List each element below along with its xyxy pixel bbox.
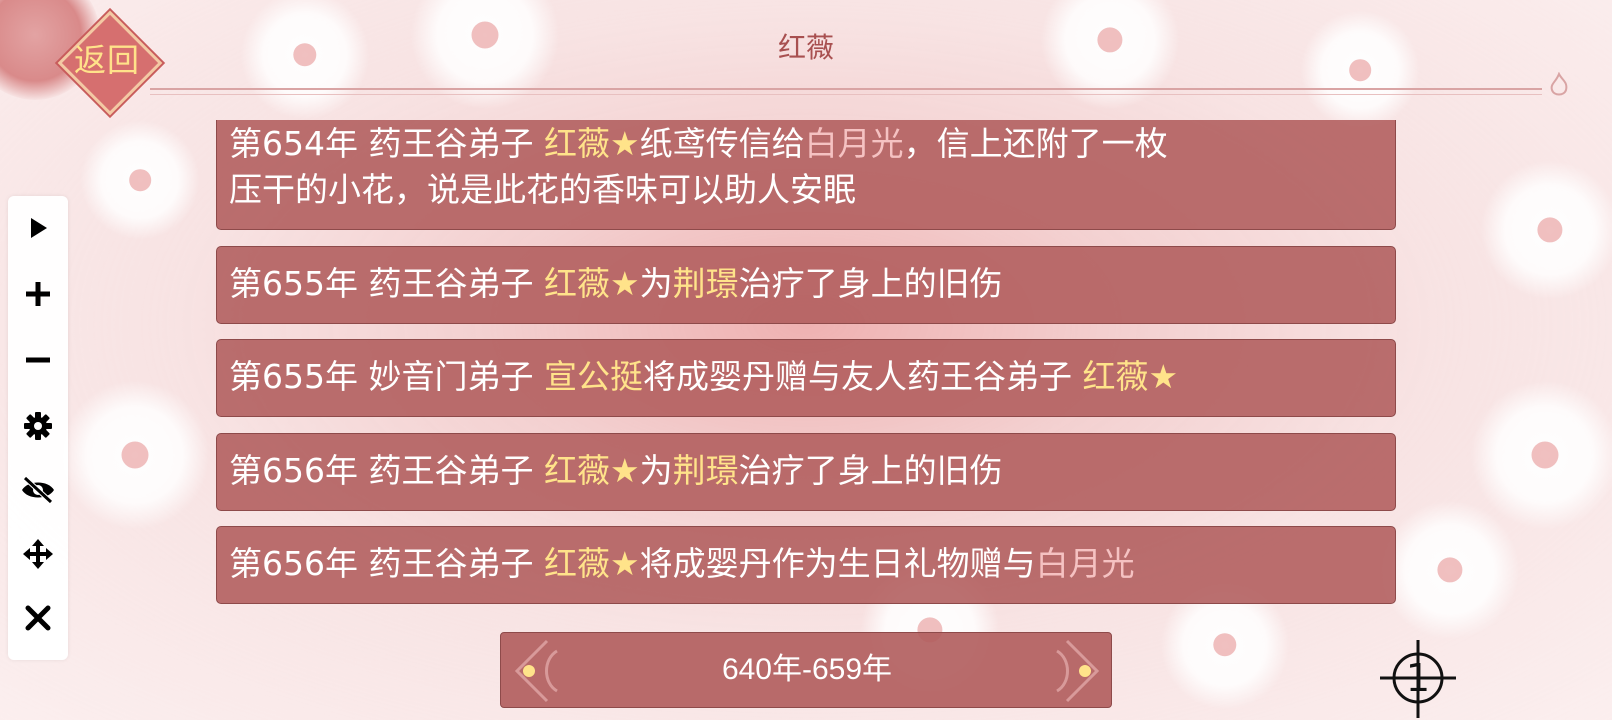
event-text: 将成婴丹赠与友人药王谷弟子: [642, 357, 1083, 396]
play-button[interactable]: [8, 206, 68, 250]
play-icon: [31, 218, 47, 238]
event-name-highlight: 荆璟: [672, 264, 739, 303]
event-text: 第656年 药王谷弟子: [229, 544, 544, 583]
ornament-right-icon: [1056, 639, 1100, 703]
move-button[interactable]: [8, 532, 68, 576]
header-divider: [150, 88, 1542, 95]
event-text: 第656年 药王谷弟子: [229, 451, 544, 490]
page-number: 1: [1405, 656, 1431, 700]
zoom-out-button[interactable]: [8, 338, 68, 382]
event-text: 治疗了身上的旧伤: [738, 451, 1003, 490]
event-name-highlight: 宣公挺: [543, 357, 643, 396]
blossom-decoration: [1480, 160, 1612, 300]
event-item[interactable]: 第655年 药王谷弟子 红薇★为荆璟治疗了身上的旧伤: [216, 246, 1396, 324]
event-text: 第655年 妙音门弟子: [229, 357, 544, 396]
event-name-highlight: 荆璟: [672, 451, 739, 490]
event-list[interactable]: 第654年 药王谷弟子 红薇★纸鸢传信给白月光，信上还附了一枚 压干的小花，说是此…: [216, 120, 1398, 610]
event-name-highlight: 红薇★: [543, 124, 640, 163]
blossom-decoration: [1470, 380, 1612, 530]
event-text: 纸鸢传信给: [639, 124, 805, 163]
page-title: 红薇: [777, 31, 834, 64]
move-icon: [23, 539, 53, 569]
floating-toolbar: [8, 196, 68, 660]
plus-icon: [26, 282, 50, 306]
year-range-selector[interactable]: 640年-659年: [500, 632, 1112, 708]
event-text-line: 第656年 药王谷弟子 红薇★将成婴丹作为生日礼物赠与白月光: [229, 541, 1383, 587]
event-text: 压干的小花，说是此花的香味可以助人安眠: [229, 170, 856, 209]
event-name-highlight: 白月光: [1035, 544, 1135, 583]
event-text: ，信上还附了一枚: [903, 124, 1168, 163]
flame-icon: [1548, 71, 1570, 98]
event-text-line: 第655年 药王谷弟子 红薇★为荆璟治疗了身上的旧伤: [229, 261, 1383, 307]
event-item[interactable]: 第654年 药王谷弟子 红薇★纸鸢传信给白月光，信上还附了一枚 压干的小花，说是此…: [216, 120, 1396, 230]
blossom-decoration: [60, 380, 210, 530]
event-text: 将成婴丹作为生日礼物赠与: [639, 544, 1036, 583]
event-name-highlight: 红薇★: [543, 544, 640, 583]
event-text-line: 第654年 药王谷弟子 红薇★纸鸢传信给白月光，信上还附了一枚: [229, 121, 1383, 167]
event-item[interactable]: 第656年 药王谷弟子 红薇★将成婴丹作为生日礼物赠与白月光: [216, 526, 1396, 604]
minus-icon: [26, 357, 50, 363]
event-text: 为: [639, 451, 673, 490]
event-text: 第654年 药王谷弟子: [229, 124, 544, 163]
event-item[interactable]: 第656年 药王谷弟子 红薇★为荆璟治疗了身上的旧伤: [216, 433, 1396, 511]
event-name-highlight: 红薇★: [543, 451, 640, 490]
blossom-decoration: [80, 120, 200, 240]
event-text: 为: [639, 264, 673, 303]
hide-button[interactable]: [8, 468, 68, 512]
settings-button[interactable]: [8, 404, 68, 448]
gear-icon: [24, 412, 52, 440]
year-range-label: 640年-659年: [721, 653, 893, 686]
event-text-line: 第655年 妙音门弟子 宣公挺将成婴丹赠与友人药王谷弟子 红薇★: [229, 354, 1383, 400]
event-name-highlight: 白月光: [804, 124, 904, 163]
page-marker[interactable]: 1: [1378, 638, 1458, 720]
close-icon: [25, 605, 51, 631]
event-item[interactable]: 第655年 妙音门弟子 宣公挺将成婴丹赠与友人药王谷弟子 红薇★: [216, 339, 1396, 417]
event-text-line: 第656年 药王谷弟子 红薇★为荆璟治疗了身上的旧伤: [229, 448, 1383, 494]
event-text: 治疗了身上的旧伤: [738, 264, 1003, 303]
close-button[interactable]: [8, 596, 68, 640]
eye-off-icon: [22, 476, 54, 504]
zoom-in-button[interactable]: [8, 272, 68, 316]
event-name-highlight: 红薇★: [543, 264, 640, 303]
blossom-decoration: [1380, 500, 1520, 640]
event-text: 第655年 药王谷弟子: [229, 264, 544, 303]
event-text-line: 压干的小花，说是此花的香味可以助人安眠: [229, 167, 1383, 213]
event-name-highlight: 红薇★: [1082, 357, 1179, 396]
